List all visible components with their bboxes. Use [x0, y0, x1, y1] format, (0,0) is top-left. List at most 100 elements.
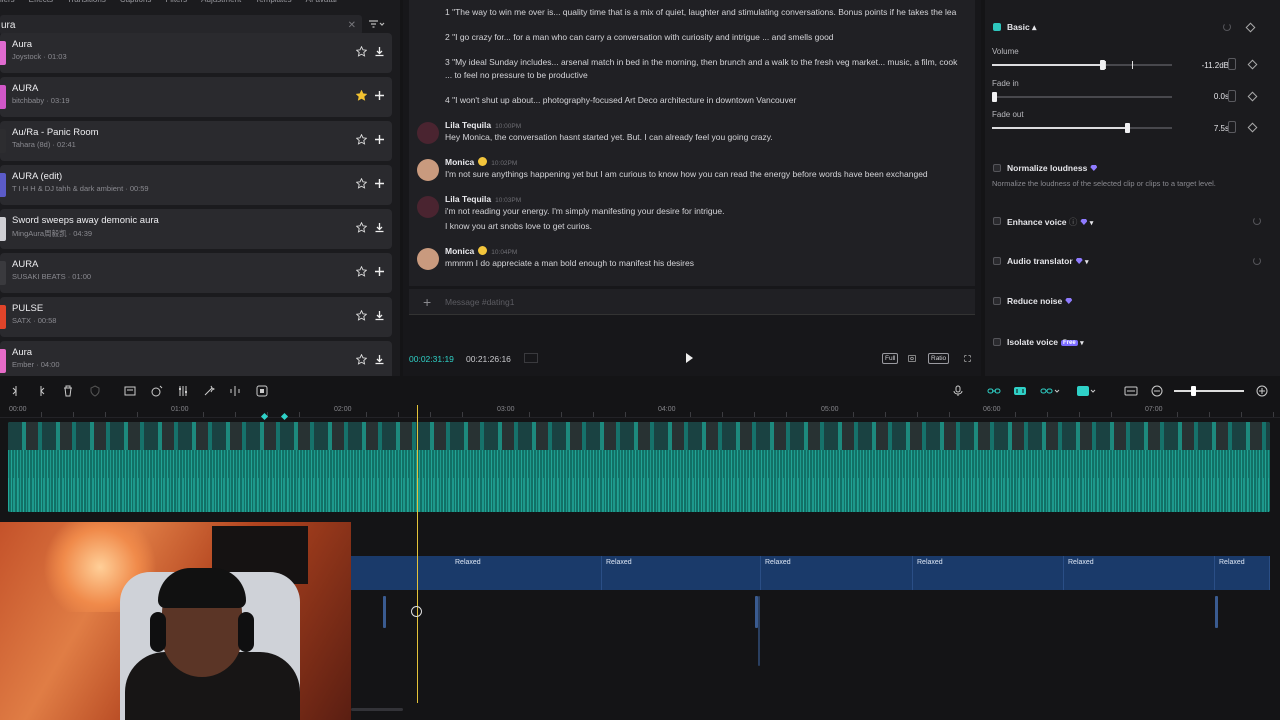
fade-out-slider[interactable] [992, 123, 1172, 133]
download-icon[interactable] [374, 354, 385, 365]
volume-slider[interactable] [992, 60, 1172, 70]
grid-icon[interactable] [524, 353, 538, 363]
isolate-checkbox[interactable] [993, 338, 1001, 346]
adjust-icon[interactable] [177, 385, 189, 397]
track-row[interactable]: Aura Joystock · 01:03 [0, 33, 392, 73]
crop-icon[interactable] [124, 385, 136, 397]
fade-in-keyframe-icon[interactable] [1247, 91, 1258, 102]
library-tab-5[interactable]: Adjustment [201, 0, 241, 9]
add-icon[interactable] [374, 134, 385, 145]
screenshot-icon[interactable] [906, 353, 918, 364]
fade-in-slider[interactable] [992, 92, 1172, 102]
caption-segment[interactable]: Relaxed [1215, 556, 1270, 590]
marker-icon[interactable] [151, 385, 163, 397]
track-row[interactable]: Au/Ra - Panic Room Tahara (8d) · 02:41 [0, 121, 392, 161]
download-icon[interactable] [374, 222, 385, 233]
caption-track[interactable]: Relaxed Relaxed Relaxed Relaxed Relaxed Relax… [351, 556, 1270, 590]
library-tab-1[interactable]: Effects [29, 0, 53, 9]
star-icon[interactable] [355, 353, 368, 365]
volume-value[interactable]: -11.2dB [1202, 61, 1229, 70]
timeline-ruler[interactable]: 00:00 01:00 02:00 03:00 04:00 05:00 06:00 07:00 [0, 402, 1280, 421]
sticker-icon[interactable] [256, 385, 268, 397]
enhance-checkbox[interactable] [993, 217, 1001, 225]
filter-icon[interactable] [369, 17, 391, 33]
fullscreen-icon[interactable] [962, 353, 973, 364]
ratio-button[interactable]: Ratio [928, 353, 950, 364]
zoom-slider[interactable] [1174, 386, 1244, 396]
library-tab-4[interactable]: Filters [165, 0, 187, 9]
split-icon[interactable] [10, 385, 22, 397]
translator-checkbox[interactable] [993, 257, 1001, 265]
play-button[interactable] [686, 353, 693, 363]
dropdown-icon[interactable]: ▾ [1090, 220, 1094, 227]
download-icon[interactable] [374, 46, 385, 57]
magic-icon[interactable] [203, 385, 215, 397]
library-tab-7[interactable]: AI avatar [306, 0, 338, 9]
caption-segment[interactable]: Relaxed [913, 556, 1064, 590]
library-search-input[interactable]: ura ✕ [0, 15, 362, 35]
star-icon[interactable] [355, 177, 368, 189]
keyframe-icon[interactable] [1245, 22, 1256, 33]
fade-in-value[interactable]: 0.0s [1214, 92, 1229, 101]
fade-out-knob[interactable] [1125, 123, 1130, 133]
zoom-in-icon[interactable] [1256, 385, 1268, 397]
fade-out-keyframe-icon[interactable] [1247, 122, 1258, 133]
star-icon[interactable] [355, 309, 368, 321]
download-icon[interactable] [374, 310, 385, 321]
track-row[interactable]: AURA SUSAKI BEATS · 01:00 [0, 253, 392, 293]
magnet-icon[interactable] [1013, 385, 1027, 397]
track-row[interactable]: Aura Ember · 04:00 [0, 341, 392, 376]
normalize-checkbox[interactable] [993, 164, 1001, 172]
microphone-icon[interactable] [952, 385, 964, 397]
star-filled-icon[interactable] [355, 89, 368, 101]
caption-segment[interactable]: Relaxed [761, 556, 913, 590]
library-tab-3[interactable]: Captions [120, 0, 152, 9]
track-marker[interactable] [383, 596, 386, 628]
reduce-noise-checkbox[interactable] [993, 297, 1001, 305]
mirror-icon[interactable] [229, 385, 241, 397]
library-tab-6[interactable]: Templates [255, 0, 291, 9]
fade-in-knob[interactable] [992, 92, 997, 102]
preview-axis-icon[interactable] [1076, 385, 1096, 397]
caption-segment[interactable]: Relaxed [451, 556, 602, 590]
timeline-scrollbar[interactable] [351, 708, 403, 711]
fade-out-value[interactable]: 7.5s [1214, 124, 1229, 133]
star-icon[interactable] [355, 133, 368, 145]
zoom-out-icon[interactable] [1151, 385, 1163, 397]
track-row[interactable]: AURA (edit) T I H H & DJ tahh & dark ambi… [0, 165, 392, 205]
dropdown-icon[interactable]: ▾ [1080, 340, 1084, 347]
volume-stepper[interactable] [1228, 58, 1236, 70]
track-row[interactable]: Sword sweeps away demonic aura MingAura周毅… [0, 209, 392, 249]
track-row[interactable]: AURA bitchbaby · 03:19 [0, 77, 392, 117]
translator-reset-icon[interactable] [1253, 257, 1261, 265]
fade-in-stepper[interactable] [1228, 90, 1236, 102]
full-button[interactable]: Full [882, 353, 899, 364]
star-icon[interactable] [355, 265, 368, 277]
star-icon[interactable] [355, 221, 368, 233]
playhead[interactable] [417, 405, 418, 703]
add-icon[interactable] [374, 266, 385, 277]
clear-search-icon[interactable]: ✕ [348, 20, 356, 31]
caption-icon[interactable] [1124, 385, 1138, 397]
caption-segment[interactable]: Relaxed [602, 556, 761, 590]
reset-icon[interactable] [1223, 23, 1231, 31]
zoom-knob[interactable] [1191, 386, 1196, 396]
fade-out-stepper[interactable] [1228, 121, 1236, 133]
video-track-clip[interactable] [8, 422, 1270, 512]
track-row[interactable]: PULSE SATX · 00:58 [0, 297, 392, 337]
library-tab-2[interactable]: Transitions [67, 0, 106, 9]
add-icon[interactable] [374, 178, 385, 189]
add-icon[interactable] [374, 90, 385, 101]
track-marker[interactable] [758, 596, 760, 666]
library-tab-0[interactable]: ilers [0, 0, 15, 9]
enhance-reset-icon[interactable] [1253, 217, 1261, 225]
ruler-marker[interactable] [280, 412, 289, 421]
basic-section-label[interactable]: Basic ▴ [1007, 22, 1036, 33]
link-icon[interactable] [987, 385, 1001, 397]
star-icon[interactable] [355, 45, 368, 57]
caption-segment[interactable]: Relaxed [1064, 556, 1215, 590]
delete-icon[interactable] [62, 385, 74, 397]
shield-icon[interactable] [89, 385, 101, 397]
link-options-icon[interactable] [1040, 385, 1060, 397]
track-marker[interactable] [1215, 596, 1218, 628]
